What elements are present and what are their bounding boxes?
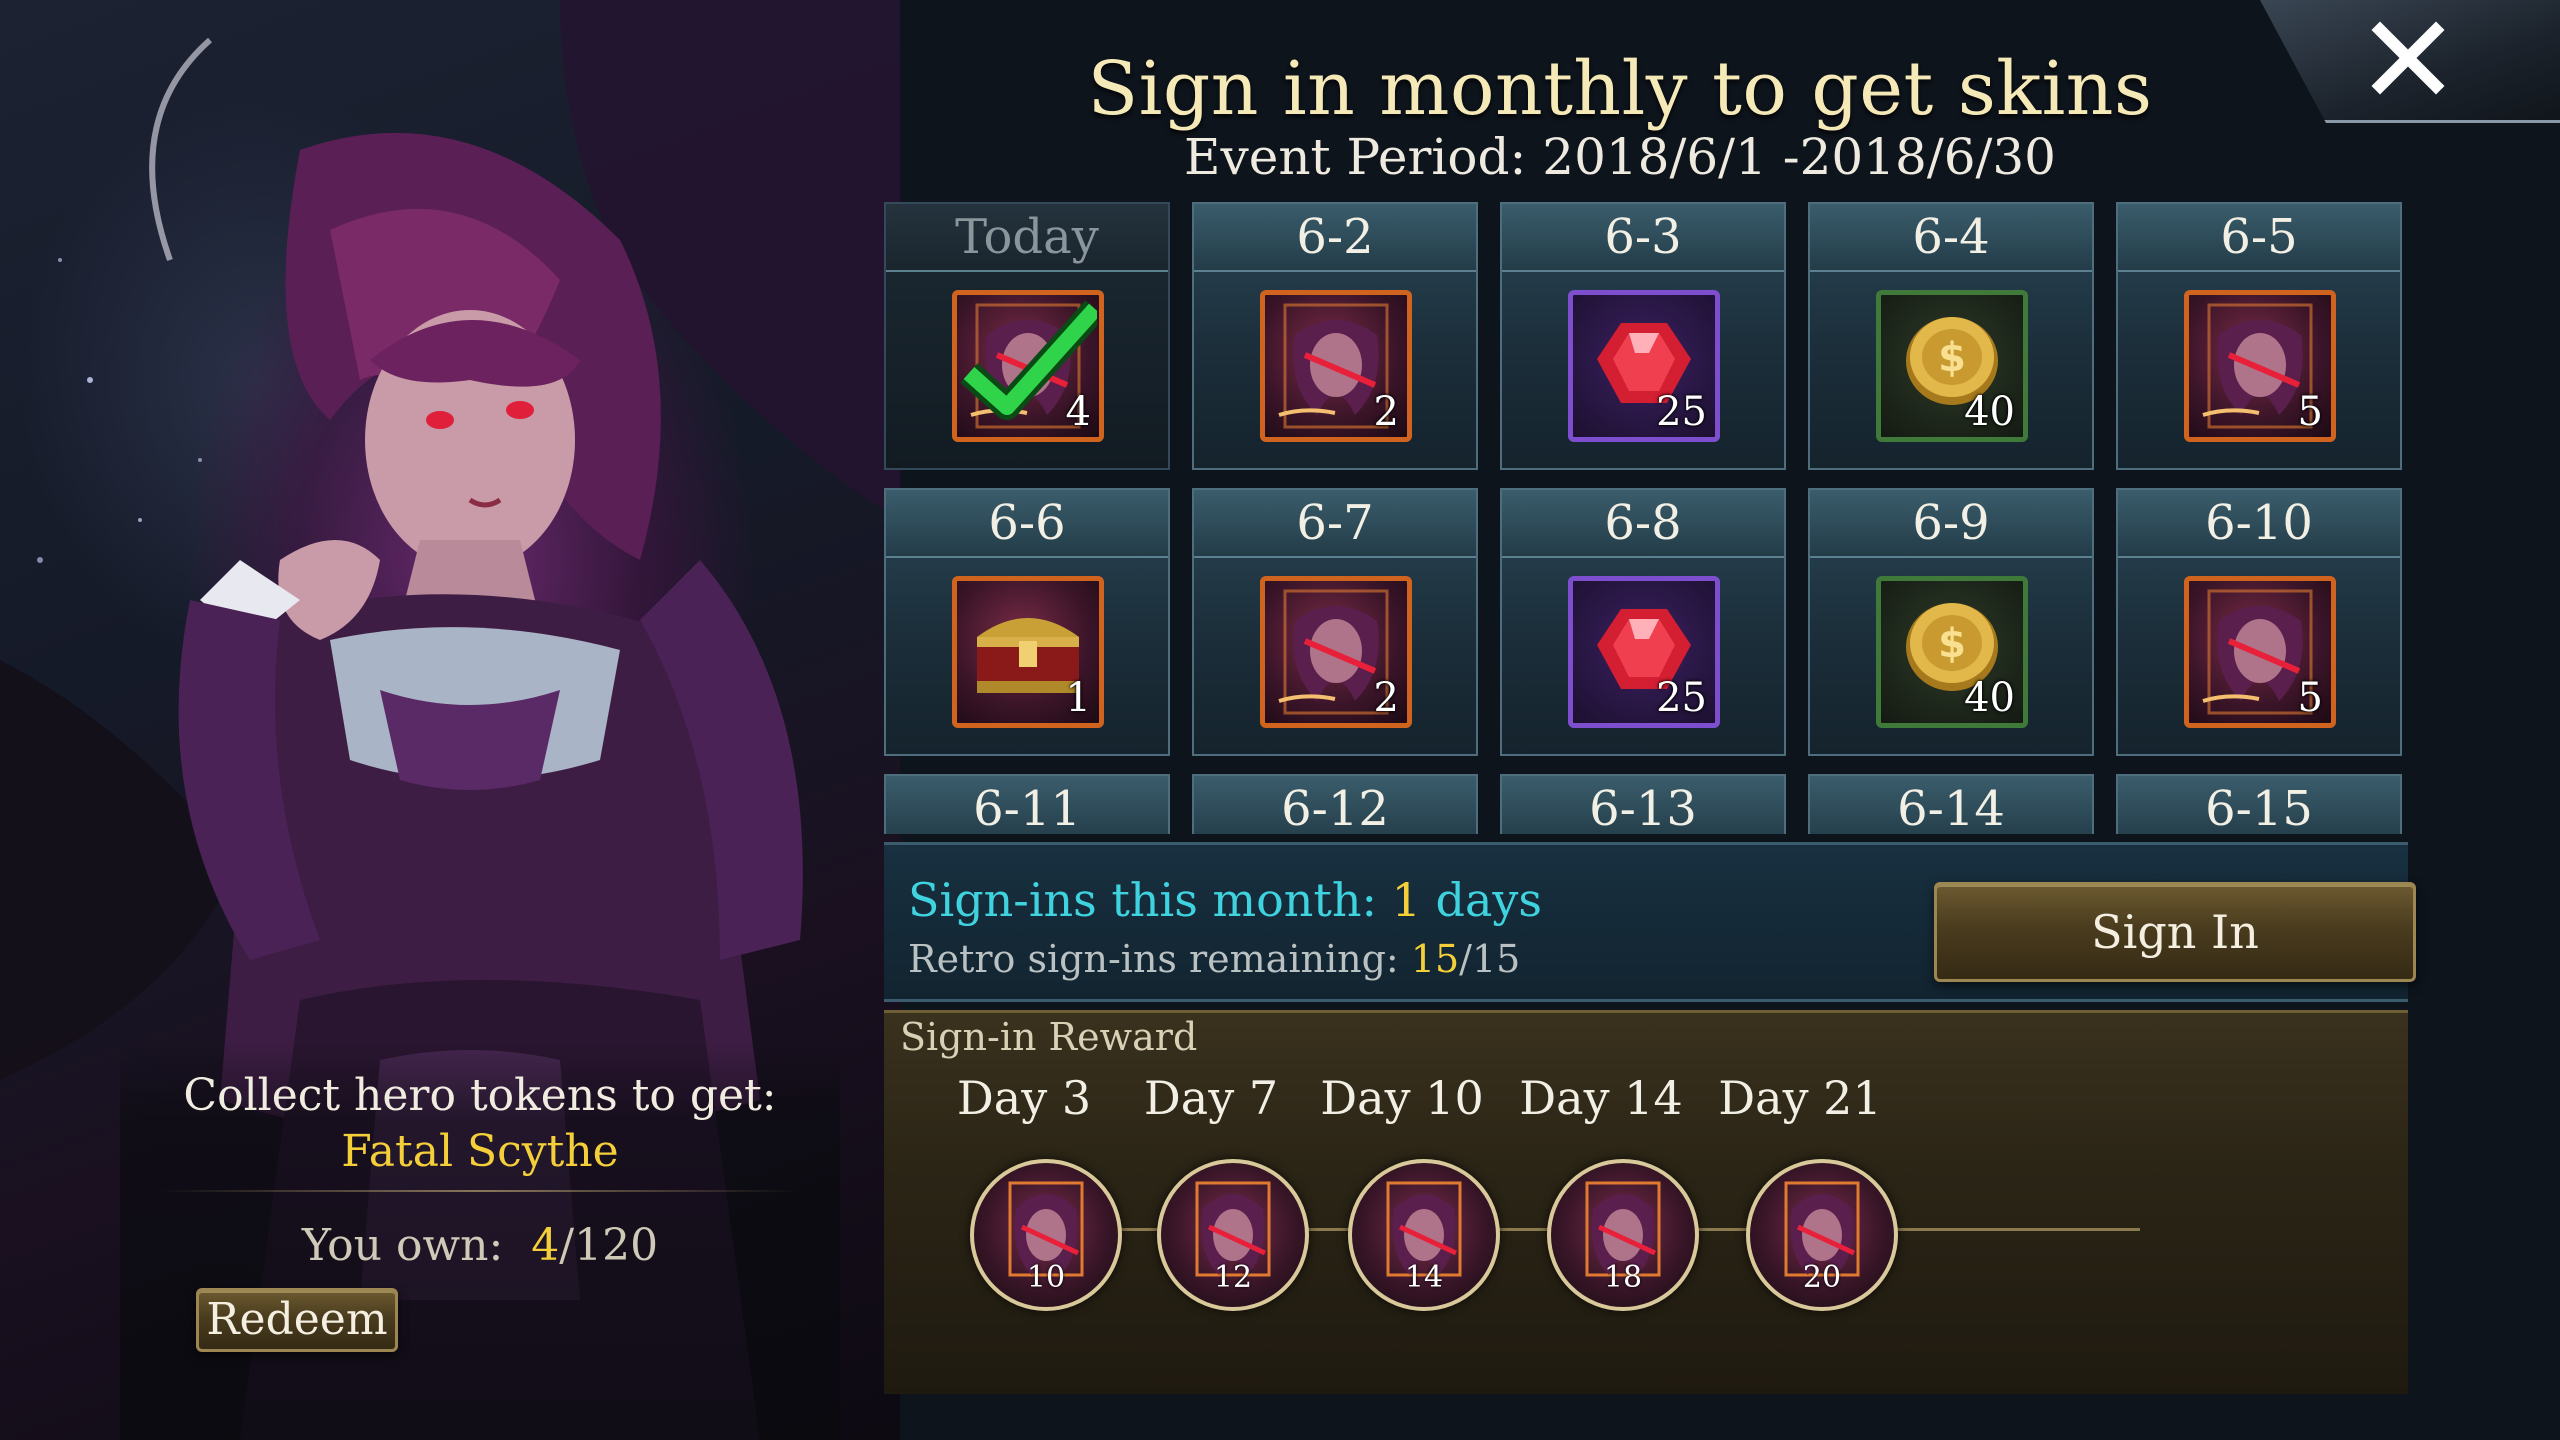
day-label: 6-12 <box>1194 776 1476 834</box>
reward-count: 5 <box>2297 675 2323 721</box>
token-ownership: You own: 4/120 <box>120 1220 840 1271</box>
signins-count: 1 <box>1391 873 1421 927</box>
milestone-count: 10 <box>1026 1260 1066 1295</box>
day-label: 6-13 <box>1502 776 1784 834</box>
day-label: 6-8 <box>1502 490 1784 558</box>
day-label: 6-7 <box>1194 490 1476 558</box>
reward-count: 40 <box>1964 675 2015 721</box>
gold-coin-icon[interactable]: $40 <box>1876 576 2028 728</box>
svg-text:$: $ <box>1938 335 1966 381</box>
hero-token-icon[interactable]: 2 <box>1260 576 1412 728</box>
milestone-day: Day 21 <box>1718 1071 1882 1125</box>
day-cell-6-4[interactable]: 6-4 $40 <box>1808 202 2094 470</box>
day-label: 6-2 <box>1194 204 1476 272</box>
milestone-count: 14 <box>1404 1260 1444 1295</box>
reward-milestone[interactable]: Day 7 12 <box>1111 1071 1311 1311</box>
retro-total: /15 <box>1459 937 1521 981</box>
day-cell-6-2[interactable]: 6-2 2 <box>1192 202 1478 470</box>
milestone-day: Day 7 <box>1143 1071 1279 1125</box>
reward-count: 1 <box>1065 675 1091 721</box>
day-label: 6-4 <box>1810 204 2092 272</box>
hero-token-icon[interactable]: 12 <box>1157 1159 1309 1311</box>
day-label: 6-15 <box>2118 776 2400 834</box>
reward-count: 25 <box>1656 675 1707 721</box>
sign-in-button[interactable]: Sign In <box>1934 882 2416 982</box>
day-label: 6-5 <box>2118 204 2400 272</box>
skin-name: Fatal Scythe <box>341 1126 619 1177</box>
own-total: /120 <box>559 1220 659 1271</box>
hero-token-icon[interactable]: 18 <box>1547 1159 1699 1311</box>
day-label: 6-6 <box>886 490 1168 558</box>
milestone-count: 20 <box>1802 1260 1842 1295</box>
day-cell-6-7[interactable]: 6-7 2 <box>1192 488 1478 756</box>
hero-artwork: Collect hero tokens to get: Fatal Scythe… <box>0 0 900 1440</box>
day-cell-6-13[interactable]: 6-13 <box>1500 774 1786 834</box>
day-cell-6-11[interactable]: 6-11 <box>884 774 1170 834</box>
checkmark-icon <box>960 300 1097 420</box>
redeem-button[interactable]: Redeem <box>196 1288 398 1352</box>
hero-token-icon[interactable]: 14 <box>1348 1159 1500 1311</box>
day-label: 6-11 <box>886 776 1168 834</box>
calendar-grid[interactable]: Today 4 6-2 2 6-3 25 6-4 $40 6-5 5 6-6 1 6-7 2 6-8 25 6-… <box>884 202 2404 834</box>
day-cell-6-12[interactable]: 6-12 <box>1192 774 1478 834</box>
retro-signins: Retro sign-ins remaining: 15/15 <box>908 937 1520 981</box>
milestone-day: Day 3 <box>956 1071 1092 1125</box>
own-value: 4 <box>531 1220 560 1271</box>
signins-unit: days <box>1435 873 1543 927</box>
milestone-day: Day 10 <box>1320 1071 1484 1125</box>
reward-milestone[interactable]: Day 21 20 <box>1700 1071 1900 1311</box>
own-label: You own: <box>301 1220 504 1271</box>
event-period: Event Period: 2018/6/1 -2018/6/30 <box>1184 128 2056 186</box>
hero-token-icon[interactable]: 10 <box>970 1159 1122 1311</box>
collect-title: Collect hero tokens to get: <box>183 1070 777 1121</box>
hero-token-icon[interactable]: 5 <box>2184 290 2336 442</box>
treasure-chest-icon[interactable]: 1 <box>952 576 1104 728</box>
reward-count: 40 <box>1964 389 2015 435</box>
day-cell-6-9[interactable]: 6-9 $40 <box>1808 488 2094 756</box>
day-label: 6-10 <box>2118 490 2400 558</box>
close-icon[interactable] <box>2368 18 2448 98</box>
retro-label: Retro sign-ins remaining: <box>908 937 1399 981</box>
reward-count: 5 <box>2297 389 2323 435</box>
day-cell-today[interactable]: Today 4 <box>884 202 1170 470</box>
day-cell-6-15[interactable]: 6-15 <box>2116 774 2402 834</box>
ruby-icon[interactable]: 25 <box>1568 576 1720 728</box>
divider <box>160 1190 800 1192</box>
milestone-day: Day 14 <box>1519 1071 1683 1125</box>
signin-reward-panel: Sign-in Reward Day 3 10 Day 7 12 Day 10 14 Day… <box>884 1010 2408 1394</box>
day-cell-6-5[interactable]: 6-5 5 <box>2116 202 2402 470</box>
day-cell-6-10[interactable]: 6-10 5 <box>2116 488 2402 756</box>
hero-token-icon[interactable]: 4 <box>952 290 1104 442</box>
day-label: 6-9 <box>1810 490 2092 558</box>
reward-count: 25 <box>1656 389 1707 435</box>
day-label: Today <box>886 204 1168 272</box>
gold-coin-icon[interactable]: $40 <box>1876 290 2028 442</box>
page-title: Sign in monthly to get skins <box>1087 46 2153 132</box>
milestone-count: 18 <box>1603 1260 1643 1295</box>
hero-token-icon[interactable]: 2 <box>1260 290 1412 442</box>
day-cell-6-3[interactable]: 6-3 25 <box>1500 202 1786 470</box>
day-label: 6-14 <box>1810 776 2092 834</box>
reward-milestone[interactable]: Day 14 18 <box>1501 1071 1701 1311</box>
retro-remaining: 15 <box>1410 937 1460 981</box>
hero-token-panel: Collect hero tokens to get: Fatal Scythe… <box>120 1040 840 1440</box>
hero-token-icon[interactable]: 20 <box>1746 1159 1898 1311</box>
day-label: 6-3 <box>1502 204 1784 272</box>
milestone-count: 12 <box>1213 1260 1253 1295</box>
ruby-icon[interactable]: 25 <box>1568 290 1720 442</box>
hero-token-icon[interactable]: 5 <box>2184 576 2336 728</box>
reward-milestone[interactable]: Day 3 10 <box>924 1071 1124 1311</box>
reward-milestone[interactable]: Day 10 14 <box>1302 1071 1502 1311</box>
reward-panel-title: Sign-in Reward <box>900 1015 1198 1059</box>
day-cell-6-6[interactable]: 6-6 1 <box>884 488 1170 756</box>
reward-count: 2 <box>1373 389 1399 435</box>
reward-count: 2 <box>1373 675 1399 721</box>
signins-this-month: Sign-ins this month: 1 days <box>908 873 1542 927</box>
svg-text:$: $ <box>1938 621 1966 667</box>
day-cell-6-14[interactable]: 6-14 <box>1808 774 2094 834</box>
day-cell-6-8[interactable]: 6-8 25 <box>1500 488 1786 756</box>
signins-label: Sign-ins this month: <box>908 873 1378 927</box>
